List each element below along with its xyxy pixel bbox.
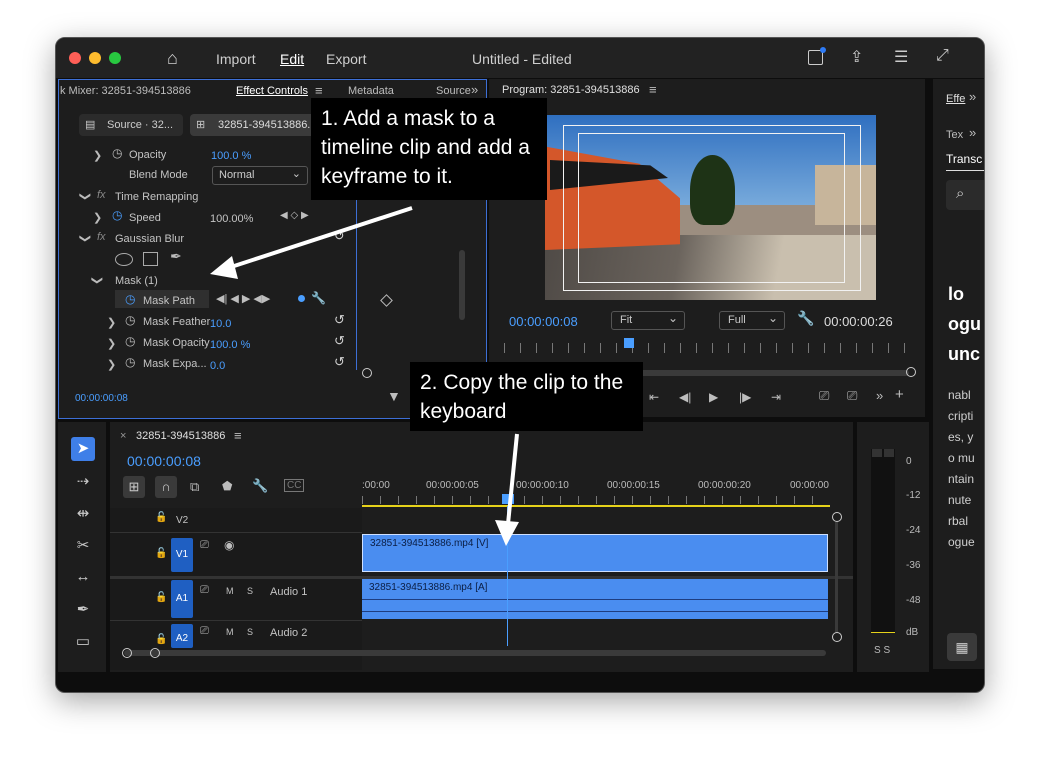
annotation-arrows bbox=[210, 206, 519, 546]
arrow-2 bbox=[495, 433, 519, 546]
arrow-1 bbox=[210, 206, 413, 279]
